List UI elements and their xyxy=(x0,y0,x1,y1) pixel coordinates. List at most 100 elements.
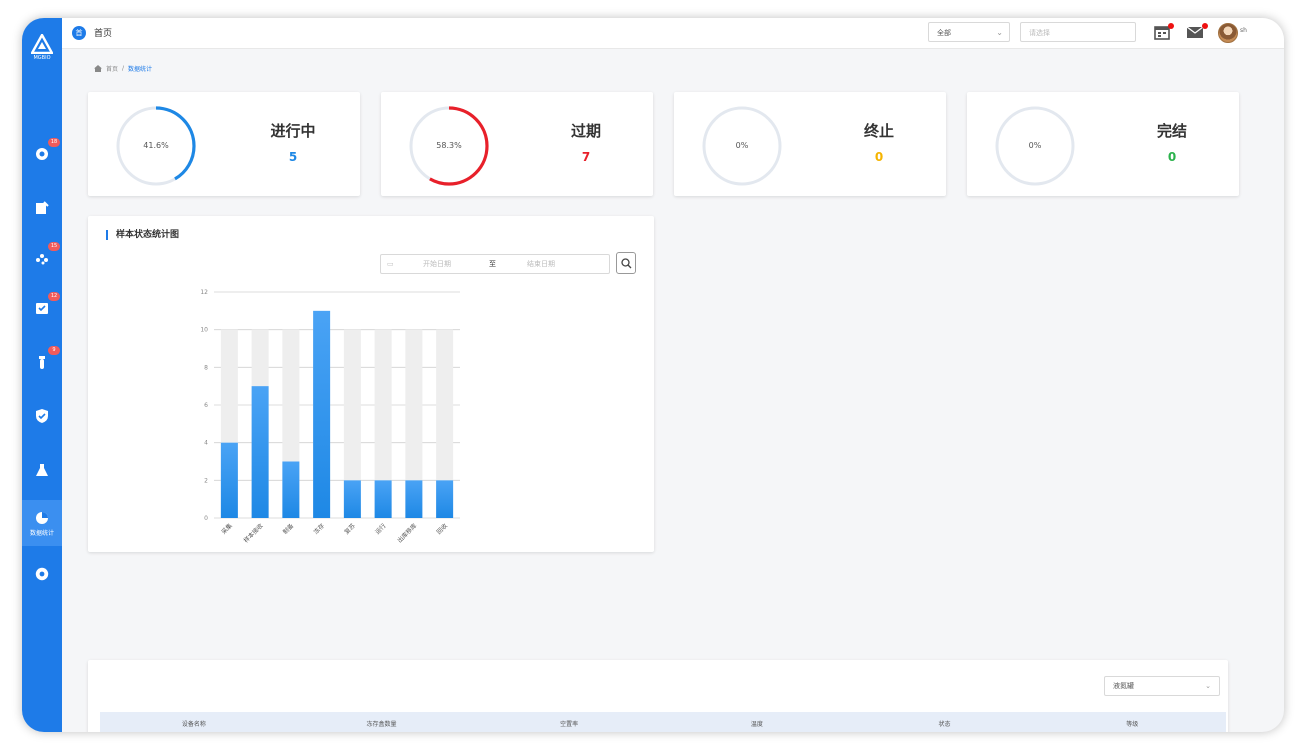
start-date-input[interactable]: 开始日期 xyxy=(423,255,451,273)
bar[interactable] xyxy=(374,480,392,518)
sidebar: MGBIO 18 15 12 9 数据统计 xyxy=(22,18,62,732)
stat-card: 41.6% 进行中 5 xyxy=(88,92,360,196)
app-window: MGBIO 18 15 12 9 数据统计 首 首页 全部 ⌄ 请选择 sh 首… xyxy=(22,18,1284,732)
mail-alert-dot xyxy=(1202,23,1208,29)
stat-card: 0% 完结 0 xyxy=(967,92,1239,196)
x-tick-label: 冻存 xyxy=(312,522,326,536)
stat-value: 7 xyxy=(581,150,591,164)
sidebar-item-settings[interactable] xyxy=(22,556,62,592)
calendar-alert-dot xyxy=(1168,23,1174,29)
settings-icon xyxy=(35,567,49,581)
y-tick-label: 0 xyxy=(204,515,208,522)
shield-check-icon xyxy=(36,409,48,423)
logo-text: MGBIO xyxy=(33,55,51,61)
home-tab-icon[interactable]: 首 xyxy=(72,26,86,40)
y-tick-label: 10 xyxy=(200,327,208,334)
x-tick-label: 出库移库 xyxy=(396,522,419,545)
column-header[interactable]: 冻存盒数量 xyxy=(288,719,476,728)
app-logo[interactable]: MGBIO xyxy=(30,34,54,64)
breadcrumb-home[interactable]: 首页 xyxy=(106,64,118,73)
y-tick-label: 8 xyxy=(204,364,208,371)
stat-label: 终止 xyxy=(863,122,894,140)
global-search-input[interactable]: 请选择 xyxy=(1020,22,1136,42)
x-tick-label: 样本接收 xyxy=(242,522,265,545)
stat-value: 0 xyxy=(1167,150,1177,164)
stat-value: 5 xyxy=(288,150,298,164)
sidebar-item-check-box[interactable]: 12 xyxy=(22,290,62,326)
end-date-input[interactable]: 结束日期 xyxy=(527,255,555,273)
stat-card: 58.3% 过期 7 xyxy=(381,92,653,196)
chart-search-button[interactable] xyxy=(616,252,636,274)
sidebar-item-edit-doc[interactable] xyxy=(22,190,62,226)
scope-select[interactable]: 全部 ⌄ xyxy=(928,22,1010,42)
stat-label: 进行中 xyxy=(270,122,316,140)
tab-home[interactable]: 首页 xyxy=(94,26,112,39)
sample-status-chart-card: 0 2 4 6 8 10 12 采集 样本接收 制备 冻存 复苏 运行 出库移库 回收 样本状态统计图 ▭ … xyxy=(88,216,654,552)
pie-chart-icon xyxy=(36,511,48,524)
gear-shield-icon xyxy=(36,148,48,160)
calendar-icon: ▭ xyxy=(387,260,394,268)
sidebar-item-tube[interactable]: 9 xyxy=(22,344,62,380)
bar[interactable] xyxy=(220,442,238,518)
tube-icon xyxy=(39,356,45,369)
chevron-down-icon: ⌄ xyxy=(1205,682,1211,690)
bar[interactable] xyxy=(251,386,269,518)
top-bar: 首 首页 全部 ⌄ 请选择 sh xyxy=(62,18,1284,49)
y-tick-label: 6 xyxy=(204,402,208,409)
molecule-icon xyxy=(36,254,48,265)
user-avatar[interactable] xyxy=(1218,23,1238,43)
sidebar-item-shield-check[interactable] xyxy=(22,398,62,434)
progress-percent: 0% xyxy=(735,141,749,150)
home-icon xyxy=(94,65,102,72)
edit-doc-icon xyxy=(36,201,49,214)
sidebar-item-gear-shield[interactable]: 18 xyxy=(22,136,62,172)
column-header[interactable]: 空置率 xyxy=(475,719,663,728)
x-tick-label: 采集 xyxy=(220,522,234,536)
check-box-icon xyxy=(36,303,48,314)
equipment-type-select[interactable]: 液氮罐 ⌄ xyxy=(1104,676,1220,696)
equipment-type-value: 液氮罐 xyxy=(1113,682,1134,690)
sidebar-item-label: 数据统计 xyxy=(29,529,54,537)
bar[interactable] xyxy=(313,310,331,518)
logo-icon xyxy=(31,34,53,54)
notification-badge: 9 xyxy=(48,346,60,355)
scope-select-value: 全部 xyxy=(937,29,951,37)
equipment-table-card: 液氮罐 ⌄ 设备名称 冻存盒数量 空置率 温度 状态 等级 xyxy=(88,660,1228,732)
y-tick-label: 12 xyxy=(200,289,208,296)
x-tick-label: 复苏 xyxy=(343,522,357,536)
column-header[interactable]: 温度 xyxy=(663,719,851,728)
bar[interactable] xyxy=(436,480,454,518)
progress-percent: 0% xyxy=(1028,141,1042,150)
column-header[interactable]: 等级 xyxy=(1038,719,1226,728)
progress-percent: 41.6% xyxy=(143,141,169,150)
sidebar-item-flask[interactable] xyxy=(22,452,62,488)
search-icon xyxy=(620,257,631,268)
x-tick-label: 运行 xyxy=(373,522,387,536)
notification-badge: 12 xyxy=(48,292,60,301)
y-tick-label: 4 xyxy=(204,440,208,447)
bar[interactable] xyxy=(282,461,300,519)
breadcrumb: 首页 / 数据统计 xyxy=(94,64,152,73)
stat-label: 完结 xyxy=(1156,122,1187,140)
user-name[interactable]: sh xyxy=(1240,27,1247,34)
table-header: 设备名称 冻存盒数量 空置率 温度 状态 等级 xyxy=(100,712,1226,732)
bar[interactable] xyxy=(405,480,423,518)
notification-badge: 15 xyxy=(48,242,60,251)
progress-percent: 58.3% xyxy=(436,141,462,150)
notification-badge: 18 xyxy=(48,138,60,147)
x-tick-label: 回收 xyxy=(435,522,449,536)
stat-value: 0 xyxy=(874,150,884,164)
chart-title: 样本状态统计图 xyxy=(106,230,179,240)
flask-icon xyxy=(36,464,48,476)
chevron-down-icon: ⌄ xyxy=(996,28,1003,37)
breadcrumb-current: 数据统计 xyxy=(128,66,153,73)
sidebar-item-molecule[interactable]: 15 xyxy=(22,240,62,276)
y-tick-label: 2 xyxy=(204,477,208,484)
column-header[interactable]: 状态 xyxy=(851,719,1039,728)
column-header[interactable]: 设备名称 xyxy=(100,719,288,728)
stat-label: 过期 xyxy=(570,122,601,140)
breadcrumb-separator: / xyxy=(122,65,125,72)
date-range-picker[interactable]: ▭ 开始日期 至 结束日期 xyxy=(380,254,610,274)
sidebar-item-pie-chart[interactable]: 数据统计 xyxy=(22,500,62,546)
bar[interactable] xyxy=(343,480,361,518)
